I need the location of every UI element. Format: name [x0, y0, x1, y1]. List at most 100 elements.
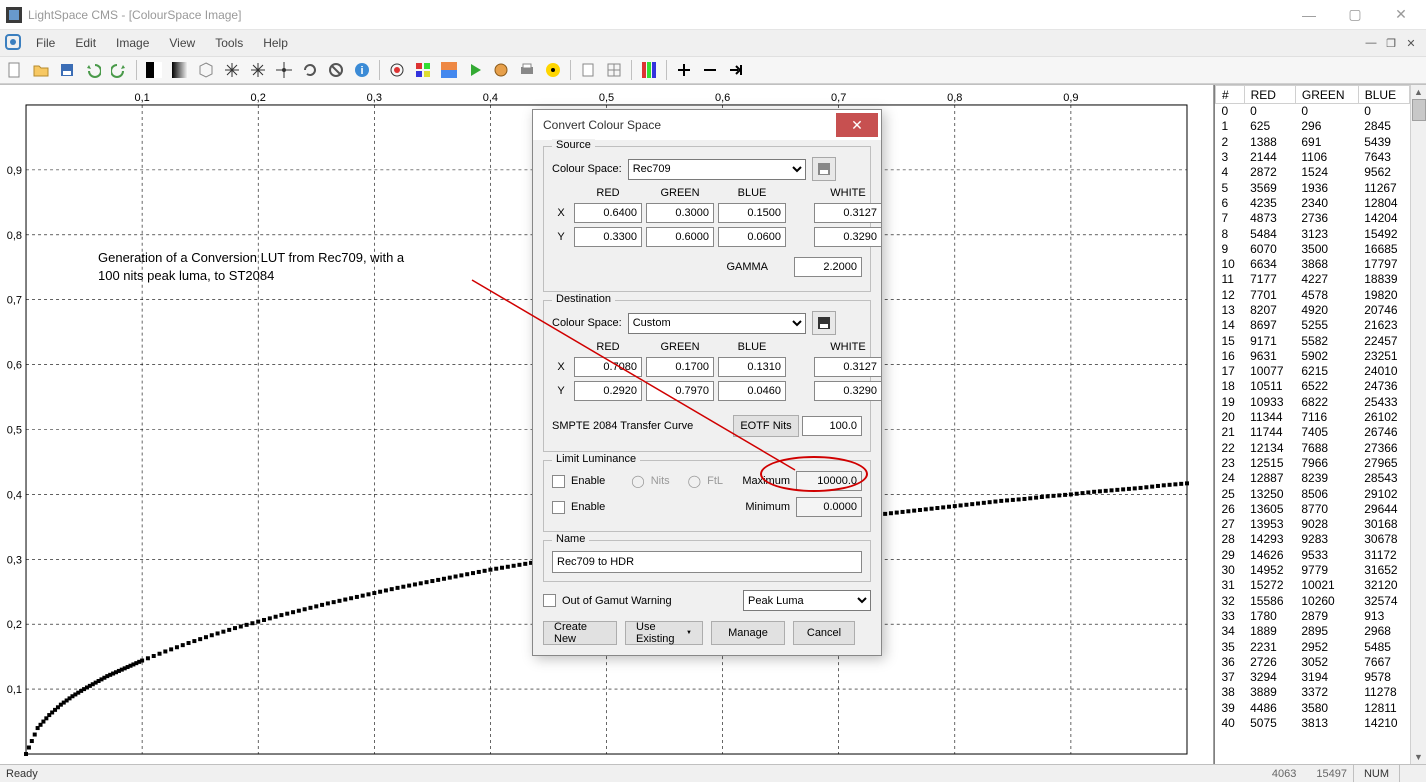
use-existing-button[interactable]: Use Existing▼: [625, 621, 703, 645]
table-row[interactable]: 2212134768827366: [1216, 440, 1410, 455]
table-row[interactable]: 148697525521623: [1216, 318, 1410, 333]
table-row[interactable]: 127701457819820: [1216, 287, 1410, 302]
manage-button[interactable]: Manage: [711, 621, 785, 645]
table-row[interactable]: 159171558222457: [1216, 333, 1410, 348]
table-row[interactable]: 0000: [1216, 104, 1410, 119]
burst2-icon[interactable]: [273, 59, 295, 81]
src-white-x[interactable]: [814, 203, 882, 223]
refresh-icon[interactable]: [299, 59, 321, 81]
dest-space-select[interactable]: Custom: [628, 313, 806, 334]
table-row[interactable]: 213886915439: [1216, 134, 1410, 149]
col-red[interactable]: RED: [1244, 86, 1295, 104]
play-icon[interactable]: [464, 59, 486, 81]
dst-blue-x[interactable]: [718, 357, 786, 377]
table-row[interactable]: 96070350016685: [1216, 241, 1410, 256]
mdi-restore-icon[interactable]: ❐: [1382, 34, 1400, 52]
globe-icon[interactable]: [490, 59, 512, 81]
table-row[interactable]: 64235234012804: [1216, 195, 1410, 210]
min-enable-checkbox[interactable]: [552, 501, 565, 514]
name-input[interactable]: [552, 551, 862, 573]
undo-icon[interactable]: [82, 59, 104, 81]
table-row[interactable]: 1710077621524010: [1216, 364, 1410, 379]
table-row[interactable]: 2412887823928543: [1216, 471, 1410, 486]
table-row[interactable]: 37329431949578: [1216, 669, 1410, 684]
table-row[interactable]: 32155861026032574: [1216, 593, 1410, 608]
menu-edit[interactable]: Edit: [67, 32, 104, 54]
mdi-minimize-icon[interactable]: —: [1362, 34, 1380, 52]
maximize-button[interactable]: ▢: [1332, 0, 1378, 30]
burst-icon[interactable]: [221, 59, 243, 81]
eotf-nits-button[interactable]: EOTF Nits: [733, 415, 798, 437]
table-scrollbar[interactable]: ▲ ▼: [1410, 85, 1426, 764]
src-green-x[interactable]: [646, 203, 714, 223]
table-row[interactable]: 3317802879913: [1216, 608, 1410, 623]
table-row[interactable]: 4287215249562: [1216, 165, 1410, 180]
eotf-nits-input[interactable]: [802, 416, 862, 436]
table-row[interactable]: 34188928952968: [1216, 624, 1410, 639]
table-row[interactable]: 31152721002132120: [1216, 578, 1410, 593]
create-new-button[interactable]: Create New: [543, 621, 617, 645]
grid-icon[interactable]: [603, 59, 625, 81]
save-source-icon[interactable]: [812, 157, 836, 181]
minimize-button[interactable]: —: [1286, 0, 1332, 30]
save-icon[interactable]: [56, 59, 78, 81]
src-blue-y[interactable]: [718, 227, 786, 247]
export-icon[interactable]: [725, 59, 747, 81]
src-gamma[interactable]: [794, 257, 862, 277]
scroll-thumb[interactable]: [1412, 99, 1426, 121]
table-row[interactable]: 2312515796627965: [1216, 455, 1410, 470]
table-row[interactable]: 36272630527667: [1216, 654, 1410, 669]
table-row[interactable]: 2011344711626102: [1216, 409, 1410, 424]
mdi-close-icon[interactable]: ✕: [1402, 34, 1420, 52]
scroll-up-icon[interactable]: ▲: [1414, 85, 1423, 99]
table-row[interactable]: 2814293928330678: [1216, 532, 1410, 547]
table-row[interactable]: 383889337211278: [1216, 685, 1410, 700]
dst-white-x[interactable]: [814, 357, 882, 377]
src-green-y[interactable]: [646, 227, 714, 247]
move-icon[interactable]: [673, 59, 695, 81]
close-button[interactable]: ✕: [1378, 0, 1424, 30]
menu-tools[interactable]: Tools: [207, 32, 251, 54]
rgb-bars-icon[interactable]: [638, 59, 660, 81]
table-row[interactable]: 16252962845: [1216, 119, 1410, 134]
table-row[interactable]: 394486358012811: [1216, 700, 1410, 715]
dst-blue-y[interactable]: [718, 381, 786, 401]
menu-image[interactable]: Image: [108, 32, 157, 54]
menu-file[interactable]: File: [28, 32, 63, 54]
table-row[interactable]: 405075381314210: [1216, 715, 1410, 730]
gamut-warning-checkbox[interactable]: [543, 594, 556, 607]
table-row[interactable]: 35223129525485: [1216, 639, 1410, 654]
table-row[interactable]: 74873273614204: [1216, 211, 1410, 226]
dst-white-y[interactable]: [814, 381, 882, 401]
palette-icon[interactable]: [438, 59, 460, 81]
colors-icon[interactable]: [412, 59, 434, 81]
table-row[interactable]: 106634386817797: [1216, 256, 1410, 271]
table-row[interactable]: 3214411067643: [1216, 149, 1410, 164]
printer-icon[interactable]: [516, 59, 538, 81]
redo-icon[interactable]: [108, 59, 130, 81]
table-row[interactable]: 2111744740526746: [1216, 425, 1410, 440]
src-red-y[interactable]: [574, 227, 642, 247]
src-blue-x[interactable]: [718, 203, 786, 223]
deny-icon[interactable]: [325, 59, 347, 81]
dialog-close-button[interactable]: ✕: [836, 113, 878, 137]
gamut-mode-select[interactable]: Peak Luma: [743, 590, 871, 611]
save-dest-icon[interactable]: [812, 311, 836, 335]
target-icon[interactable]: [699, 59, 721, 81]
table-row[interactable]: 2513250850629102: [1216, 486, 1410, 501]
table-row[interactable]: 3014952977931652: [1216, 562, 1410, 577]
col-index[interactable]: #: [1216, 86, 1245, 104]
menu-help[interactable]: Help: [255, 32, 296, 54]
table-row[interactable]: 1910933682225433: [1216, 394, 1410, 409]
table-row[interactable]: 2713953902830168: [1216, 517, 1410, 532]
scroll-down-icon[interactable]: ▼: [1414, 750, 1423, 764]
table-row[interactable]: 2613605877029644: [1216, 501, 1410, 516]
table-row[interactable]: 85484312315492: [1216, 226, 1410, 241]
dialog-titlebar[interactable]: Convert Colour Space ✕: [533, 110, 881, 140]
dst-red-y[interactable]: [574, 381, 642, 401]
cancel-button[interactable]: Cancel: [793, 621, 855, 645]
max-enable-checkbox[interactable]: [552, 475, 565, 488]
dst-red-x[interactable]: [574, 357, 642, 377]
table-row[interactable]: 117177422718839: [1216, 272, 1410, 287]
dst-green-x[interactable]: [646, 357, 714, 377]
